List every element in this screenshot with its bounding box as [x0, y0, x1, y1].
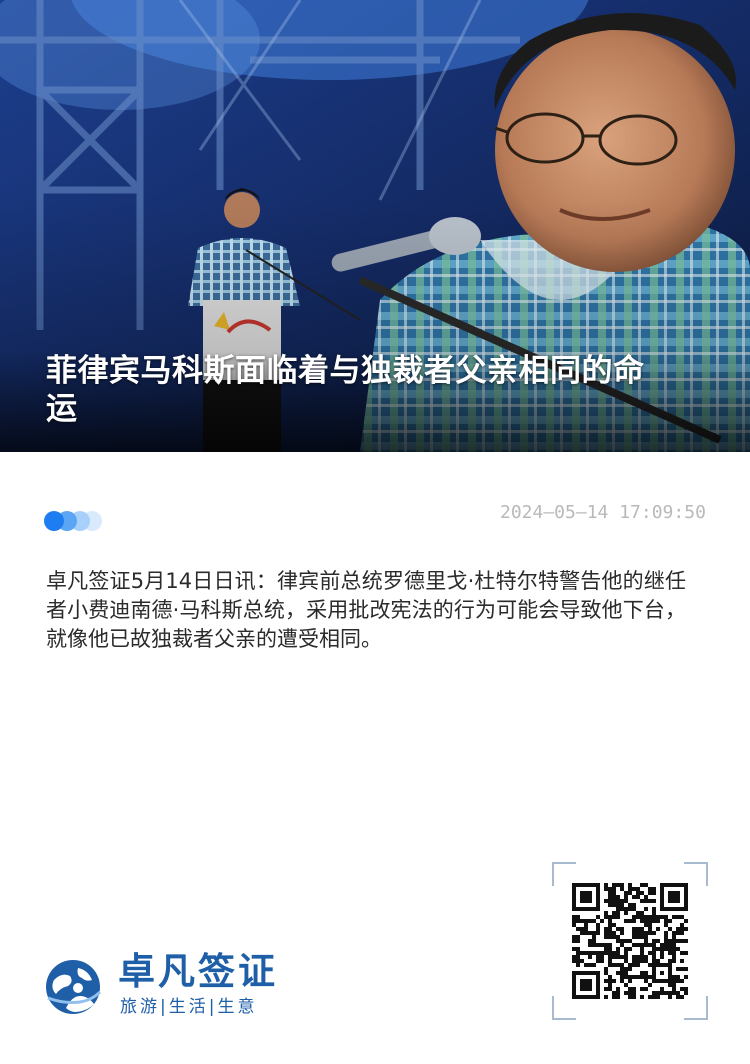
brand-name: 卓凡签证 [118, 950, 278, 993]
brand-slogan: 旅游|生活|生意 [120, 997, 258, 1017]
article-body: 卓凡签证5月14日日讯：律宾前总统罗德里戈·杜特尔特警告他的继任者小费迪南德·马… [46, 569, 686, 651]
qr-corner-bottom-left [552, 996, 576, 1020]
hero-image: 菲律宾马科斯面临着与独裁者父亲相同的命运 [0, 0, 750, 452]
qr-code-icon[interactable] [572, 883, 688, 999]
dots-indicator-icon [44, 511, 104, 531]
article-timestamp: 2024—05—14 17:09:50 [500, 502, 706, 523]
globe-person-logo-icon [46, 960, 102, 1014]
qr-corner-bottom-right [684, 996, 708, 1020]
dot-1 [44, 511, 64, 531]
article-card: 菲律宾马科斯面临着与独裁者父亲相同的命运 2024—05—14 17:09:50… [0, 0, 750, 1064]
article-title: 菲律宾马科斯面临着与独裁者父亲相同的命运 [46, 353, 645, 427]
qr-code-frame[interactable] [552, 862, 708, 1020]
